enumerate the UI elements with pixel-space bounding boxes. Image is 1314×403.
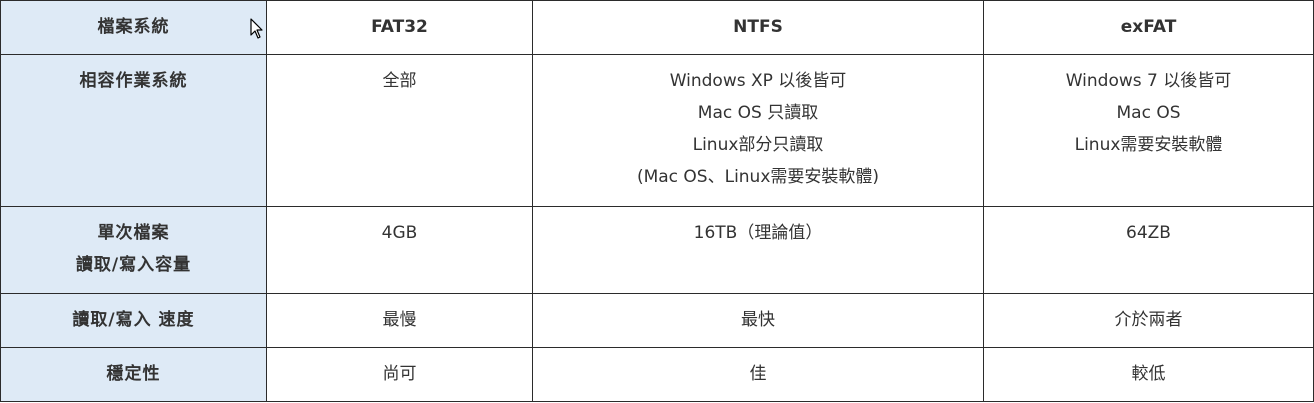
table-row-capacity: 單次檔案 讀取/寫入容量 4GB 16TB（理論值） 64ZB xyxy=(0,206,1314,294)
row-header-label: 讀取/寫入容量 xyxy=(75,255,192,275)
table-cell: 佳 xyxy=(532,347,984,402)
cell-text: (Mac OS、Linux需要安裝軟體) xyxy=(636,167,880,187)
mouse-pointer-icon xyxy=(250,18,263,39)
corner-header-label: 檔案系統 xyxy=(97,17,170,37)
row-header-stability: 穩定性 xyxy=(0,347,267,402)
table-cell: 16TB（理論值） xyxy=(532,206,984,294)
cell-text: 最快 xyxy=(741,310,775,330)
cell-text: 介於兩者 xyxy=(1114,310,1183,330)
cell-text: Linux部分只讀取 xyxy=(692,135,824,155)
cell-text: Mac OS xyxy=(1116,103,1181,123)
cell-text: 全部 xyxy=(382,71,417,91)
table-cell: 較低 xyxy=(983,347,1314,402)
cell-text: Mac OS 只讀取 xyxy=(697,103,819,123)
cell-text: 最慢 xyxy=(382,310,417,330)
column-header-label: exFAT xyxy=(1120,17,1177,37)
row-header-capacity: 單次檔案 讀取/寫入容量 xyxy=(0,206,267,294)
column-header-ntfs: NTFS xyxy=(532,0,984,55)
row-header-label: 單次檔案 xyxy=(97,223,170,243)
cell-text: Linux需要安裝軟體 xyxy=(1074,135,1223,155)
cell-text: 16TB（理論值） xyxy=(693,223,823,243)
table-cell: 64ZB xyxy=(983,206,1314,294)
table-cell: Windows XP 以後皆可 Mac OS 只讀取 Linux部分只讀取 (M… xyxy=(532,54,984,207)
cell-text: 64ZB xyxy=(1126,223,1171,243)
corner-header-cell: 檔案系統 xyxy=(0,0,267,55)
column-header-label: FAT32 xyxy=(371,17,428,37)
column-header-fat32: FAT32 xyxy=(266,0,533,55)
row-header-compatibility: 相容作業系統 xyxy=(0,54,267,207)
table-cell: Windows 7 以後皆可 Mac OS Linux需要安裝軟體 xyxy=(983,54,1314,207)
file-system-comparison-table: 檔案系統 FAT32 NTFS exFAT 相容作業系統 全部 Windows … xyxy=(0,0,1314,402)
table-cell: 4GB xyxy=(266,206,533,294)
cell-text: Windows 7 以後皆可 xyxy=(1065,71,1232,91)
table-cell: 最快 xyxy=(532,293,984,348)
cell-text: 佳 xyxy=(749,364,767,384)
table-row-speed: 讀取/寫入 速度 最慢 最快 介於兩者 xyxy=(0,293,1314,348)
table-cell: 最慢 xyxy=(266,293,533,348)
column-header-label: NTFS xyxy=(733,17,783,37)
table-header-row: 檔案系統 FAT32 NTFS exFAT xyxy=(0,0,1314,55)
table-cell: 尚可 xyxy=(266,347,533,402)
cell-text: 4GB xyxy=(381,223,418,243)
cell-text: Windows XP 以後皆可 xyxy=(669,71,847,91)
table-row-stability: 穩定性 尚可 佳 較低 xyxy=(0,347,1314,402)
row-header-label: 相容作業系統 xyxy=(79,71,188,91)
column-header-exfat: exFAT xyxy=(983,0,1314,55)
row-header-label: 穩定性 xyxy=(106,364,161,384)
row-header-speed: 讀取/寫入 速度 xyxy=(0,293,267,348)
cell-text: 較低 xyxy=(1131,364,1166,384)
table-row-compatibility: 相容作業系統 全部 Windows XP 以後皆可 Mac OS 只讀取 Lin… xyxy=(0,54,1314,207)
table-cell: 介於兩者 xyxy=(983,293,1314,348)
row-header-label: 讀取/寫入 速度 xyxy=(72,310,195,330)
table-cell: 全部 xyxy=(266,54,533,207)
cell-text: 尚可 xyxy=(382,364,417,384)
